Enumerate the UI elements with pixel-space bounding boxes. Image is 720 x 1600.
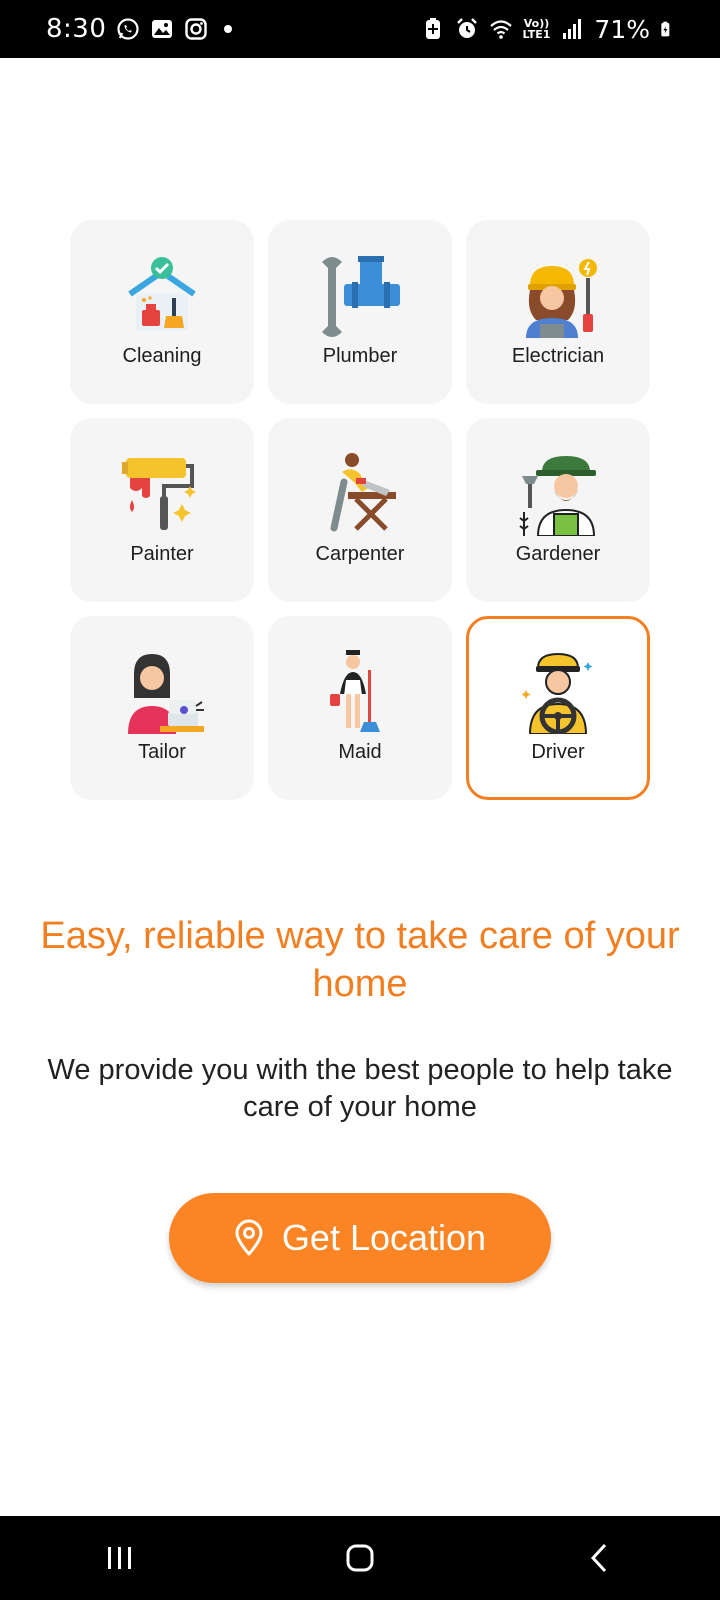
service-tile-maid[interactable]: Maid — [268, 616, 452, 800]
service-label: Tailor — [138, 741, 186, 763]
back-button[interactable] — [560, 1528, 640, 1588]
plumber-icon — [322, 256, 400, 337]
service-tile-plumber[interactable]: Plumber — [268, 220, 452, 404]
battery-icon — [661, 21, 670, 37]
notification-dot-icon — [224, 25, 233, 33]
home-button[interactable] — [320, 1528, 400, 1588]
home-icon — [346, 1544, 374, 1572]
get-location-label: Get Location — [281, 1217, 487, 1258]
painter-icon — [122, 458, 196, 530]
status-time: 8:30 — [46, 14, 107, 44]
carpenter-icon — [330, 453, 396, 532]
service-tile-tailor[interactable]: Tailor — [70, 616, 254, 800]
electrician-icon — [526, 259, 597, 338]
service-label: Maid — [338, 741, 382, 763]
battery-saver-icon — [425, 18, 440, 39]
gardener-icon — [519, 456, 596, 536]
service-label: Electrician — [511, 345, 605, 367]
get-location-button[interactable]: Get Location — [169, 1193, 551, 1283]
service-tile-cleaning[interactable]: Cleaning — [70, 220, 254, 404]
battery-percent: 71% — [594, 14, 650, 44]
whatsapp-icon — [117, 18, 139, 40]
gallery-icon — [152, 20, 173, 38]
service-label: Carpenter — [315, 543, 405, 565]
service-tile-electrician[interactable]: Electrician — [466, 220, 650, 404]
system-nav-bar — [0, 1516, 720, 1600]
recent-apps-icon — [108, 1547, 131, 1569]
service-label: Plumber — [322, 345, 398, 367]
tailor-icon — [128, 654, 204, 734]
alarm-icon — [456, 18, 477, 38]
recent-apps-button[interactable] — [80, 1528, 160, 1588]
service-tile-carpenter[interactable]: Carpenter — [268, 418, 452, 602]
service-label: Gardener — [515, 543, 601, 565]
network-indicator: Vo)) LTE1 — [522, 17, 551, 41]
cleaning-icon — [128, 257, 196, 330]
back-icon — [590, 1543, 607, 1573]
maid-icon — [330, 650, 380, 732]
service-grid: Cleaning Plumber Electrician Painter Car… — [70, 220, 650, 800]
service-label: Cleaning — [122, 345, 202, 367]
signal-icon — [563, 19, 582, 39]
status-bar: 8:30 Vo)) LTE1 71% — [0, 0, 720, 58]
service-label: Driver — [531, 741, 585, 763]
driver-icon — [521, 652, 593, 734]
wifi-icon — [489, 20, 512, 39]
service-label: Painter — [130, 543, 194, 565]
service-tile-painter[interactable]: Painter — [70, 418, 254, 602]
service-tile-gardener[interactable]: Gardener — [466, 418, 650, 602]
instagram-icon — [185, 18, 208, 40]
subheadline: We provide you with the best people to h… — [47, 1054, 673, 1123]
service-tile-driver[interactable]: Driver — [466, 616, 650, 800]
location-pin-icon — [235, 1219, 263, 1256]
headline: Easy, reliable way to take care of your … — [40, 915, 680, 1005]
